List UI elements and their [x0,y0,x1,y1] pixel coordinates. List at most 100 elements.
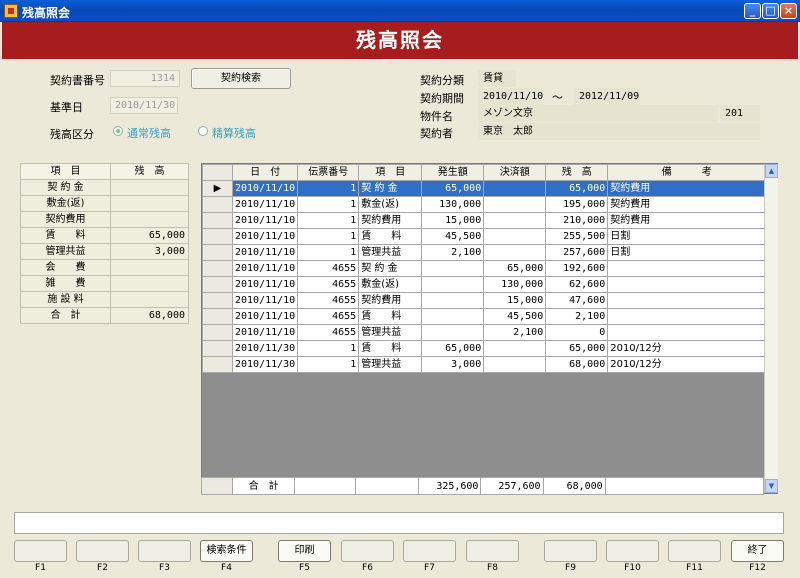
grid-cell: 195,000 [545,196,609,213]
summary-item: 管理共益 [20,243,111,260]
summary-row: 契約費用 [20,211,189,228]
grid-cell: 130,000 [421,196,485,213]
fkey-f11-button[interactable] [668,540,721,562]
scroll-down-arrow-icon[interactable]: ▼ [765,479,778,493]
summary-item: 合 計 [20,307,111,324]
fkey-f7-button[interactable] [403,540,456,562]
property-label: 物件名 [420,110,453,123]
row-header-cell[interactable] [202,276,233,293]
row-header-cell[interactable] [202,356,233,373]
grid-row[interactable]: 2010/11/10 4655 管理共益 2,100 0 [202,324,767,341]
grid-cell: 2010/11/10 [231,212,299,229]
fkey-f5-label: F5 [299,563,310,573]
grid-cell: 45,500 [483,308,547,325]
fkey-f8-button[interactable] [466,540,519,562]
grid-row[interactable]: 2010/11/10 1 契約費用 15,000 210,000 契約費用 [202,212,767,229]
fkey-f5-button[interactable]: 印刷 [278,540,331,562]
fkey-f10-label: F10 [624,563,641,573]
radio-normal-label[interactable]: 通常残高 [127,125,171,141]
grid-column-header[interactable]: 発生額 [421,164,485,181]
fkey-f3-button[interactable] [138,540,191,562]
grid-cell: 日割 [607,244,767,261]
grid-row[interactable]: 2010/11/10 4655 契約費用 15,000 47,600 [202,292,767,309]
row-header-cell[interactable] [202,196,233,213]
summary-item: 契約費用 [20,211,111,228]
grid-cell [607,324,767,341]
grid-row[interactable]: ▶ 2010/11/10 1 契 約 金 65,000 65,000 契約費用 [202,180,767,197]
grid-column-header[interactable]: 残 高 [545,164,609,181]
fkey-f12-label: F12 [749,563,766,573]
contract-no-field[interactable]: 1314 [110,70,180,87]
row-header-cell[interactable] [202,292,233,309]
row-header-cell[interactable] [202,260,233,277]
grid-cell: 契 約 金 [358,260,423,277]
fkey-f11-label: F11 [686,563,703,573]
total-row-header [200,477,234,495]
fkey-f6-button[interactable] [341,540,394,562]
row-selector-arrow-icon[interactable]: ▶ [202,180,233,197]
grid-row[interactable]: 2010/11/10 1 賃 料 45,500 255,500 日割 [202,228,767,245]
fkey-f12-button[interactable]: 終了 [731,540,784,562]
grid-row[interactable]: 2010/11/10 1 敷金(返) 130,000 195,000 契約費用 [202,196,767,213]
grid-cell: 2010/12分 [607,340,767,357]
grid-row[interactable]: 2010/11/30 1 管理共益 3,000 68,000 2010/12分 [202,356,767,373]
total-balance: 68,000 [542,477,606,495]
grid-cell: 1 [297,196,360,213]
grid-cell: 2010/12分 [607,356,767,373]
row-header-cell[interactable] [202,228,233,245]
contract-class-label: 契約分類 [420,74,464,87]
grid-cell [421,292,485,309]
minimize-button[interactable]: _ [744,3,761,19]
total-remarks-cell [604,477,765,495]
summary-header-cell: 残 高 [110,163,189,180]
grid-cell: 65,000 [545,180,609,197]
grid-row[interactable]: 2010/11/30 1 賃 料 65,000 65,000 2010/12分 [202,340,767,357]
grid-cell: 2010/11/10 [231,180,299,197]
room-value: 201 [720,105,760,122]
grid-column-header[interactable]: 日 付 [231,164,299,181]
radio-settle-label[interactable]: 精算残高 [212,125,256,141]
fkey-f1-button[interactable] [14,540,67,562]
row-header-cell[interactable] [202,212,233,229]
property-value: メゾン文京 [478,105,718,122]
grid-cell: 68,000 [545,356,609,373]
grid-cell: 2010/11/10 [231,244,299,261]
fkey-f10-button[interactable] [606,540,659,562]
grid-column-header[interactable]: 備 考 [607,164,767,181]
scroll-up-arrow-icon[interactable]: ▲ [765,164,778,178]
grid-row[interactable]: 2010/11/10 4655 敷金(返) 130,000 62,600 [202,276,767,293]
summary-balance: 65,000 [110,227,189,244]
row-header-cell[interactable] [202,308,233,325]
contract-no-label: 契約書番号 [50,74,105,87]
radio-normal-balance[interactable] [113,126,123,136]
summary-row: 会 費 [20,259,189,276]
row-header-cell[interactable] [202,340,233,357]
grid-cell [421,308,485,325]
grid-cell: 45,500 [421,228,485,245]
radio-settle-balance[interactable] [198,126,208,136]
grid-row[interactable]: 2010/11/10 1 管理共益 2,100 257,600 日割 [202,244,767,261]
fkey-f9-button[interactable] [544,540,597,562]
grid-cell: 敷金(返) [358,196,423,213]
grid-cell: 契約費用 [607,196,767,213]
row-header-cell[interactable] [202,324,233,341]
total-voucher-cell [294,477,357,495]
grid-cell: 2010/11/10 [231,292,299,309]
fkey-f2-button[interactable] [76,540,129,562]
grid-column-header[interactable]: 決済額 [483,164,547,181]
fkey-f2-label: F2 [97,563,108,573]
grid-row[interactable]: 2010/11/10 4655 契 約 金 65,000 192,600 [202,260,767,277]
total-occurred: 325,600 [418,477,482,495]
grid-column-header[interactable]: 項 目 [358,164,423,181]
grid-row[interactable]: 2010/11/10 4655 賃 料 45,500 2,100 [202,308,767,325]
balance-type-label: 残高区分 [50,128,94,141]
grid-scrollbar[interactable]: ▲ ▼ [764,164,778,493]
fkey-f4-button[interactable]: 検索条件 [200,540,253,562]
base-date-field[interactable]: 2010/11/30 [110,97,178,114]
maximize-button[interactable]: □ [762,3,779,19]
close-button[interactable]: × [780,3,797,19]
row-header-cell[interactable] [202,244,233,261]
grid-column-header[interactable]: 伝票番号 [297,164,360,181]
detail-grid-area[interactable]: 日 付伝票番号項 目発生額 決済額残 高備 考 ▶ 2010/11/10 1 契 約 金… [201,163,778,494]
contract-search-button[interactable]: 契約検索 [191,68,291,89]
